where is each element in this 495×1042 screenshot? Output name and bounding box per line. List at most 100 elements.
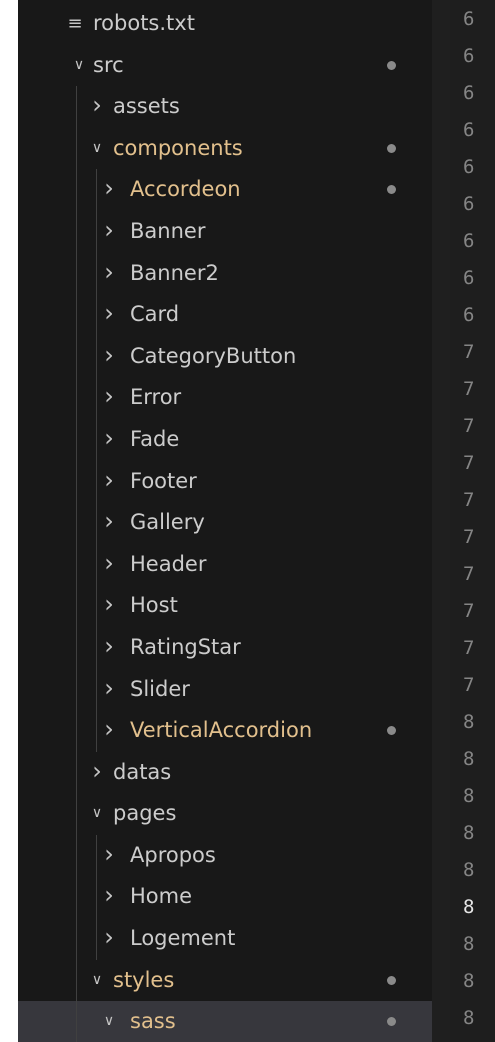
line-number: 8 <box>463 933 475 955</box>
tree-item-label: components <box>113 135 243 160</box>
folder-item-header[interactable]: › Header <box>18 544 432 586</box>
line-number: 8 <box>463 748 475 770</box>
line-number: 6 <box>463 8 475 30</box>
chevron-right-icon[interactable]: › <box>100 710 118 752</box>
line-number: 7 <box>463 452 475 474</box>
line-number: 8 <box>463 822 475 844</box>
modified-dot-icon <box>387 975 396 985</box>
modified-dot-icon <box>387 726 396 736</box>
folder-item-logement[interactable]: › Logement <box>18 918 432 960</box>
indent-guide <box>96 169 97 752</box>
chevron-right-icon[interactable]: › <box>100 627 118 669</box>
tree-item-label: Logement <box>130 926 236 951</box>
line-number: 7 <box>463 341 475 363</box>
chevron-right-icon[interactable]: › <box>100 294 118 336</box>
folder-item-verticalaccordion[interactable]: › VerticalAccordion <box>18 710 432 752</box>
chevron-right-icon[interactable]: › <box>100 253 118 295</box>
line-number: 8 <box>463 970 475 992</box>
chevron-right-icon[interactable]: › <box>100 918 118 960</box>
line-number: 8 <box>463 785 475 807</box>
line-number: 6 <box>463 82 475 104</box>
folder-item-card[interactable]: › Card <box>18 294 432 336</box>
line-number: 7 <box>463 526 475 548</box>
folder-item-gallery[interactable]: › Gallery <box>18 502 432 544</box>
chevron-down-icon[interactable]: ∨ <box>100 1001 118 1042</box>
explorer-scrollbar-track[interactable] <box>432 0 450 1042</box>
tree-item-label: RatingStar <box>130 634 241 659</box>
modified-dot-icon <box>387 60 396 70</box>
folder-item-categorybutton[interactable]: › CategoryButton <box>18 336 432 378</box>
folder-item-banner[interactable]: › Banner <box>18 211 432 253</box>
chevron-right-icon[interactable]: › <box>100 835 118 877</box>
chevron-right-icon[interactable]: › <box>100 669 118 711</box>
folder-item-styles[interactable]: ∨ styles <box>18 960 432 1002</box>
folder-item-banner2[interactable]: › Banner2 <box>18 253 432 295</box>
file-item-robots-txt[interactable]: ≡ robots.txt <box>18 3 432 45</box>
line-number: 6 <box>463 156 475 178</box>
tree-item-label: Banner <box>130 218 206 243</box>
vscode-window: ≡ robots.txt ∨ src › assets ∨ components › Accord… <box>18 0 495 1042</box>
chevron-right-icon[interactable]: › <box>100 211 118 253</box>
line-number: 6 <box>463 119 475 141</box>
folder-item-pages[interactable]: ∨ pages <box>18 793 432 835</box>
line-number: 6 <box>463 267 475 289</box>
tree-item-label: assets <box>113 94 180 119</box>
folder-item-host[interactable]: › Host <box>18 585 432 627</box>
tree-item-label: Footer <box>130 468 197 493</box>
line-number: 7 <box>463 563 475 585</box>
indent-guide <box>76 86 77 1042</box>
chevron-right-icon[interactable]: › <box>100 544 118 586</box>
tree-item-label: Error <box>130 385 182 410</box>
folder-item-fade[interactable]: › Fade <box>18 419 432 461</box>
chevron-right-icon[interactable]: › <box>100 461 118 503</box>
chevron-right-icon[interactable]: › <box>100 585 118 627</box>
folder-item-home[interactable]: › Home <box>18 876 432 918</box>
chevron-right-icon[interactable]: › <box>100 377 118 419</box>
chevron-right-icon[interactable]: › <box>88 86 106 128</box>
folder-item-accordeon[interactable]: › Accordeon <box>18 169 432 211</box>
line-number: 7 <box>463 378 475 400</box>
folder-item-sass[interactable]: ∨ sass <box>18 1001 432 1042</box>
line-number: 6 <box>463 230 475 252</box>
folder-item-ratingstar[interactable]: › RatingStar <box>18 627 432 669</box>
line-number: 7 <box>463 674 475 696</box>
folder-item-apropos[interactable]: › Apropos <box>18 835 432 877</box>
folder-item-footer[interactable]: › Footer <box>18 461 432 503</box>
tree-item-label: Card <box>130 302 180 327</box>
chevron-right-icon[interactable]: › <box>100 502 118 544</box>
folder-item-components[interactable]: ∨ components <box>18 128 432 170</box>
file-lines-icon: ≡ <box>67 13 83 34</box>
tree-item-label: CategoryButton <box>130 343 297 368</box>
tree-item-label: Gallery <box>130 510 205 535</box>
folder-item-error[interactable]: › Error <box>18 377 432 419</box>
chevron-right-icon[interactable]: › <box>100 336 118 378</box>
chevron-right-icon[interactable]: › <box>100 419 118 461</box>
line-number: 8 <box>463 711 475 733</box>
chevron-right-icon[interactable]: › <box>100 876 118 918</box>
tree-item-label: Header <box>130 551 207 576</box>
chevron-right-icon[interactable]: › <box>88 752 106 794</box>
modified-dot-icon <box>387 143 396 153</box>
line-number: 7 <box>463 637 475 659</box>
tree-item-label: Host <box>130 593 178 618</box>
modified-dot-icon <box>387 185 396 195</box>
chevron-down-icon[interactable]: ∨ <box>70 45 88 87</box>
tree-item-label: Fade <box>130 426 180 451</box>
line-number: 6 <box>463 193 475 215</box>
line-number: 7 <box>463 489 475 511</box>
folder-item-datas[interactable]: › datas <box>18 752 432 794</box>
chevron-down-icon[interactable]: ∨ <box>88 960 106 1002</box>
chevron-right-icon[interactable]: › <box>100 169 118 211</box>
chevron-down-icon[interactable]: ∨ <box>88 128 106 170</box>
tree-item-label: sass <box>130 1009 176 1034</box>
tree-item-label: Accordeon <box>130 177 241 202</box>
tree-item-label: datas <box>113 759 172 784</box>
line-number: 6 <box>463 45 475 67</box>
chevron-down-icon[interactable]: ∨ <box>88 793 106 835</box>
tree-item-label: styles <box>113 967 175 992</box>
folder-item-src[interactable]: ∨ src <box>18 45 432 87</box>
tree-item-label: robots.txt <box>93 11 195 35</box>
folder-item-assets[interactable]: › assets <box>18 86 432 128</box>
line-number: 8 <box>463 896 475 918</box>
folder-item-slider[interactable]: › Slider <box>18 669 432 711</box>
